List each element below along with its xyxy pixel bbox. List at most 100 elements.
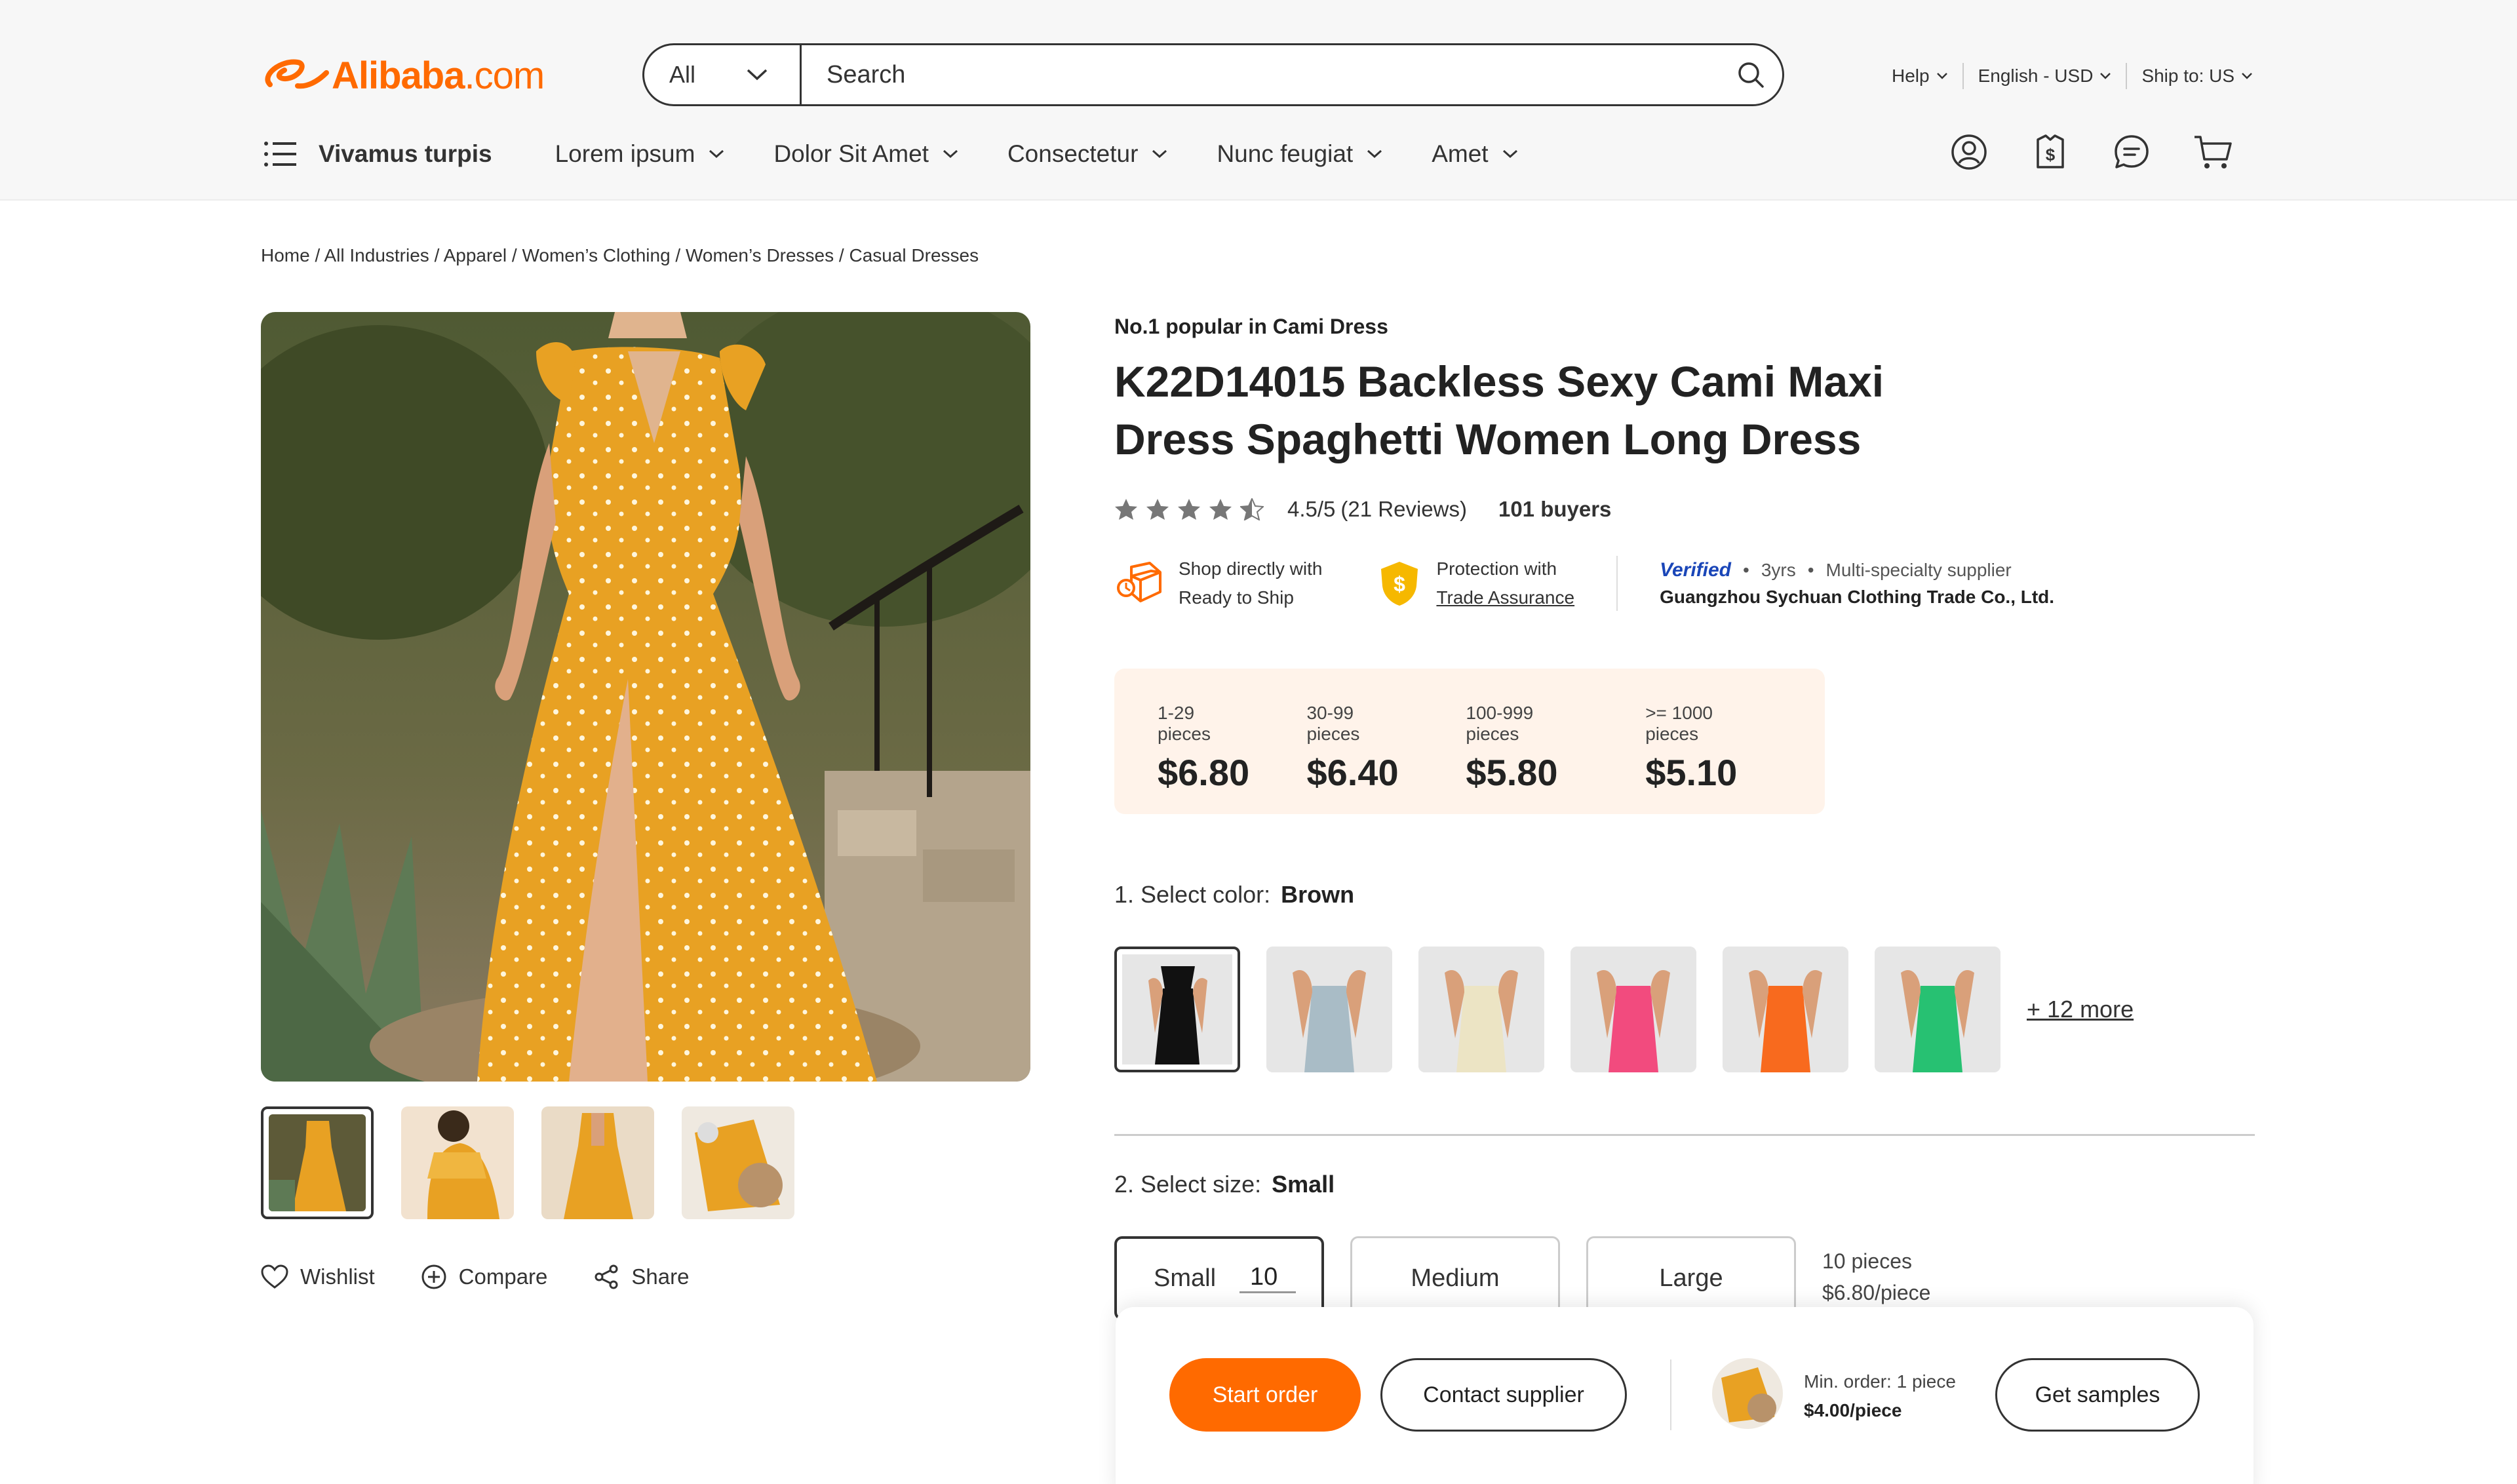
- color-swatch[interactable]: [1114, 947, 1240, 1072]
- order-panel: Start order Contact supplier Min. order:…: [1116, 1307, 2254, 1484]
- breadcrumb-all-industries[interactable]: All Industries: [324, 245, 429, 265]
- account-icon[interactable]: [1948, 131, 1990, 173]
- chevron-down-icon: [943, 149, 958, 159]
- chevron-down-icon: [1502, 149, 1517, 159]
- supplier-name-link[interactable]: Guangzhou Sychuan Clothing Trade Co., Lt…: [1660, 587, 2054, 608]
- category-nav: Vivamus turpis Lorem ipsum Dolor Sit Ame…: [261, 131, 1567, 177]
- wishlist-button[interactable]: Wishlist: [261, 1264, 375, 1290]
- header-icons: $: [1948, 131, 2234, 173]
- tier-price: $6.80: [1158, 752, 1250, 793]
- color-swatch[interactable]: [1266, 947, 1392, 1072]
- chevron-down-icon: [1152, 149, 1167, 159]
- all-categories-link[interactable]: Vivamus turpis: [319, 140, 492, 168]
- cart-icon[interactable]: [2192, 131, 2234, 173]
- search-category-label: All: [669, 61, 696, 88]
- nav-item-2[interactable]: Dolor Sit Amet: [773, 140, 958, 168]
- color-swatch[interactable]: [1571, 947, 1696, 1072]
- color-swatch[interactable]: [1418, 947, 1544, 1072]
- thumbnail-2[interactable]: [401, 1106, 514, 1219]
- rating-score: 4.5/5: [1287, 497, 1336, 521]
- supplier-type: Multi-specialty supplier: [1825, 560, 2012, 580]
- nav-item-label: Consectetur: [1007, 140, 1139, 167]
- svg-text:$: $: [2046, 145, 2056, 165]
- search-category-select[interactable]: All: [644, 45, 802, 104]
- thumbnail-strip: [261, 1106, 794, 1219]
- size-label-text: 2. Select size:: [1114, 1171, 1262, 1198]
- share-icon: [595, 1264, 618, 1289]
- trade-assurance-feature: $ Protection with Trade Assurance: [1378, 555, 1574, 612]
- tier-quantity: 1-29 pieces: [1158, 703, 1211, 744]
- nav-item-3[interactable]: Consectetur: [1007, 140, 1169, 168]
- thumbnail-4[interactable]: [682, 1106, 794, 1219]
- nav-item-4[interactable]: Nunc feugiat: [1217, 140, 1383, 168]
- box-icon: [1117, 562, 1161, 602]
- breadcrumb-home[interactable]: Home: [261, 245, 310, 265]
- share-label: Share: [631, 1264, 690, 1289]
- shield-dollar-icon: $: [1381, 562, 1418, 606]
- logo-brand: Alibaba: [332, 54, 465, 97]
- sample-thumbnail: [1712, 1358, 1783, 1429]
- price-tiers: 1-29 pieces $6.80 30-99 pieces $6.40 100…: [1114, 669, 1825, 814]
- summary-quantity: 10 pieces: [1822, 1249, 1912, 1273]
- help-menu[interactable]: Help: [1892, 66, 1948, 87]
- half-star-icon: [1240, 498, 1264, 520]
- chevron-down-icon: [1936, 73, 1947, 79]
- quantity-input[interactable]: [1239, 1263, 1297, 1293]
- product-actions: Wishlist Compare Share: [261, 1264, 689, 1290]
- ship-to-menu[interactable]: Ship to: US: [2141, 66, 2253, 87]
- compare-button[interactable]: Compare: [421, 1264, 547, 1290]
- nav-item-1[interactable]: Lorem ipsum: [555, 140, 726, 168]
- star-icon: [1115, 499, 1137, 520]
- color-swatch[interactable]: [1875, 947, 2000, 1072]
- thumbnail-3[interactable]: [541, 1106, 654, 1219]
- selected-size: Small: [1272, 1171, 1335, 1198]
- ready-line1: Shop directly with: [1179, 558, 1323, 579]
- add-circle-icon: [421, 1264, 446, 1289]
- site-header: Alibaba.com All Help English - USD Ship …: [0, 0, 2517, 201]
- breadcrumb-womens-clothing[interactable]: Women’s Clothing: [522, 245, 670, 265]
- svg-text:$: $: [1394, 572, 1406, 596]
- min-order: Min. order: 1 piece: [1804, 1371, 1956, 1392]
- divider: [1962, 63, 1964, 89]
- review-count[interactable]: (21 Reviews): [1340, 497, 1467, 522]
- get-samples-button[interactable]: Get samples: [1995, 1358, 2200, 1432]
- alibaba-logo[interactable]: Alibaba.com: [261, 51, 545, 100]
- color-swatch[interactable]: [1723, 947, 1848, 1072]
- divider: [1616, 556, 1618, 611]
- heart-icon: [261, 1264, 288, 1289]
- language-currency-menu[interactable]: English - USD: [1978, 66, 2112, 87]
- ready-to-ship-feature: Shop directly with Ready to Ship: [1114, 555, 1322, 612]
- start-order-button[interactable]: Start order: [1169, 1358, 1361, 1432]
- tier-price: $6.40: [1306, 752, 1399, 793]
- share-button[interactable]: Share: [593, 1264, 689, 1290]
- thumbnail-1[interactable]: [261, 1106, 374, 1219]
- price-tier: 100-999 pieces $5.80: [1466, 703, 1590, 814]
- nav-item-label: Dolor Sit Amet: [773, 140, 929, 167]
- search-input[interactable]: [802, 45, 1719, 104]
- chevron-down-icon: [2100, 73, 2111, 79]
- breadcrumb-apparel[interactable]: Apparel: [444, 245, 507, 265]
- nav-item-5[interactable]: Amet: [1432, 140, 1518, 168]
- trust-features: Shop directly with Ready to Ship $ Prote…: [1114, 555, 2054, 612]
- menu-icon[interactable]: [261, 134, 300, 174]
- color-select-label: 1. Select color: Brown: [1114, 881, 1354, 908]
- wishlist-label: Wishlist: [300, 1264, 375, 1289]
- bullet: •: [1807, 560, 1814, 580]
- breadcrumb-womens-dresses[interactable]: Women’s Dresses: [686, 245, 834, 265]
- search-button[interactable]: [1719, 45, 1782, 104]
- nav-item-label: Lorem ipsum: [555, 140, 695, 167]
- more-colors-link[interactable]: + 12 more: [2027, 996, 2134, 1023]
- main-product-image[interactable]: [261, 312, 1030, 1082]
- summary-price: $6.80/piece: [1822, 1281, 1931, 1304]
- popularity-badge[interactable]: No.1 popular in Cami Dress: [1114, 315, 1388, 339]
- size-option-label: Small: [1154, 1264, 1217, 1292]
- breadcrumb-casual-dresses[interactable]: Casual Dresses: [849, 245, 979, 265]
- star-icon: [1209, 499, 1232, 520]
- contact-supplier-button[interactable]: Contact supplier: [1380, 1358, 1627, 1432]
- messages-icon[interactable]: [2111, 131, 2153, 173]
- tier-quantity: 100-999 pieces: [1466, 703, 1534, 744]
- trade-assurance-link[interactable]: Trade Assurance: [1436, 583, 1574, 612]
- orders-icon[interactable]: $: [2029, 131, 2071, 173]
- verified-badge[interactable]: Verified: [1660, 559, 1731, 581]
- sample-price: $4.00/piece: [1804, 1400, 1902, 1420]
